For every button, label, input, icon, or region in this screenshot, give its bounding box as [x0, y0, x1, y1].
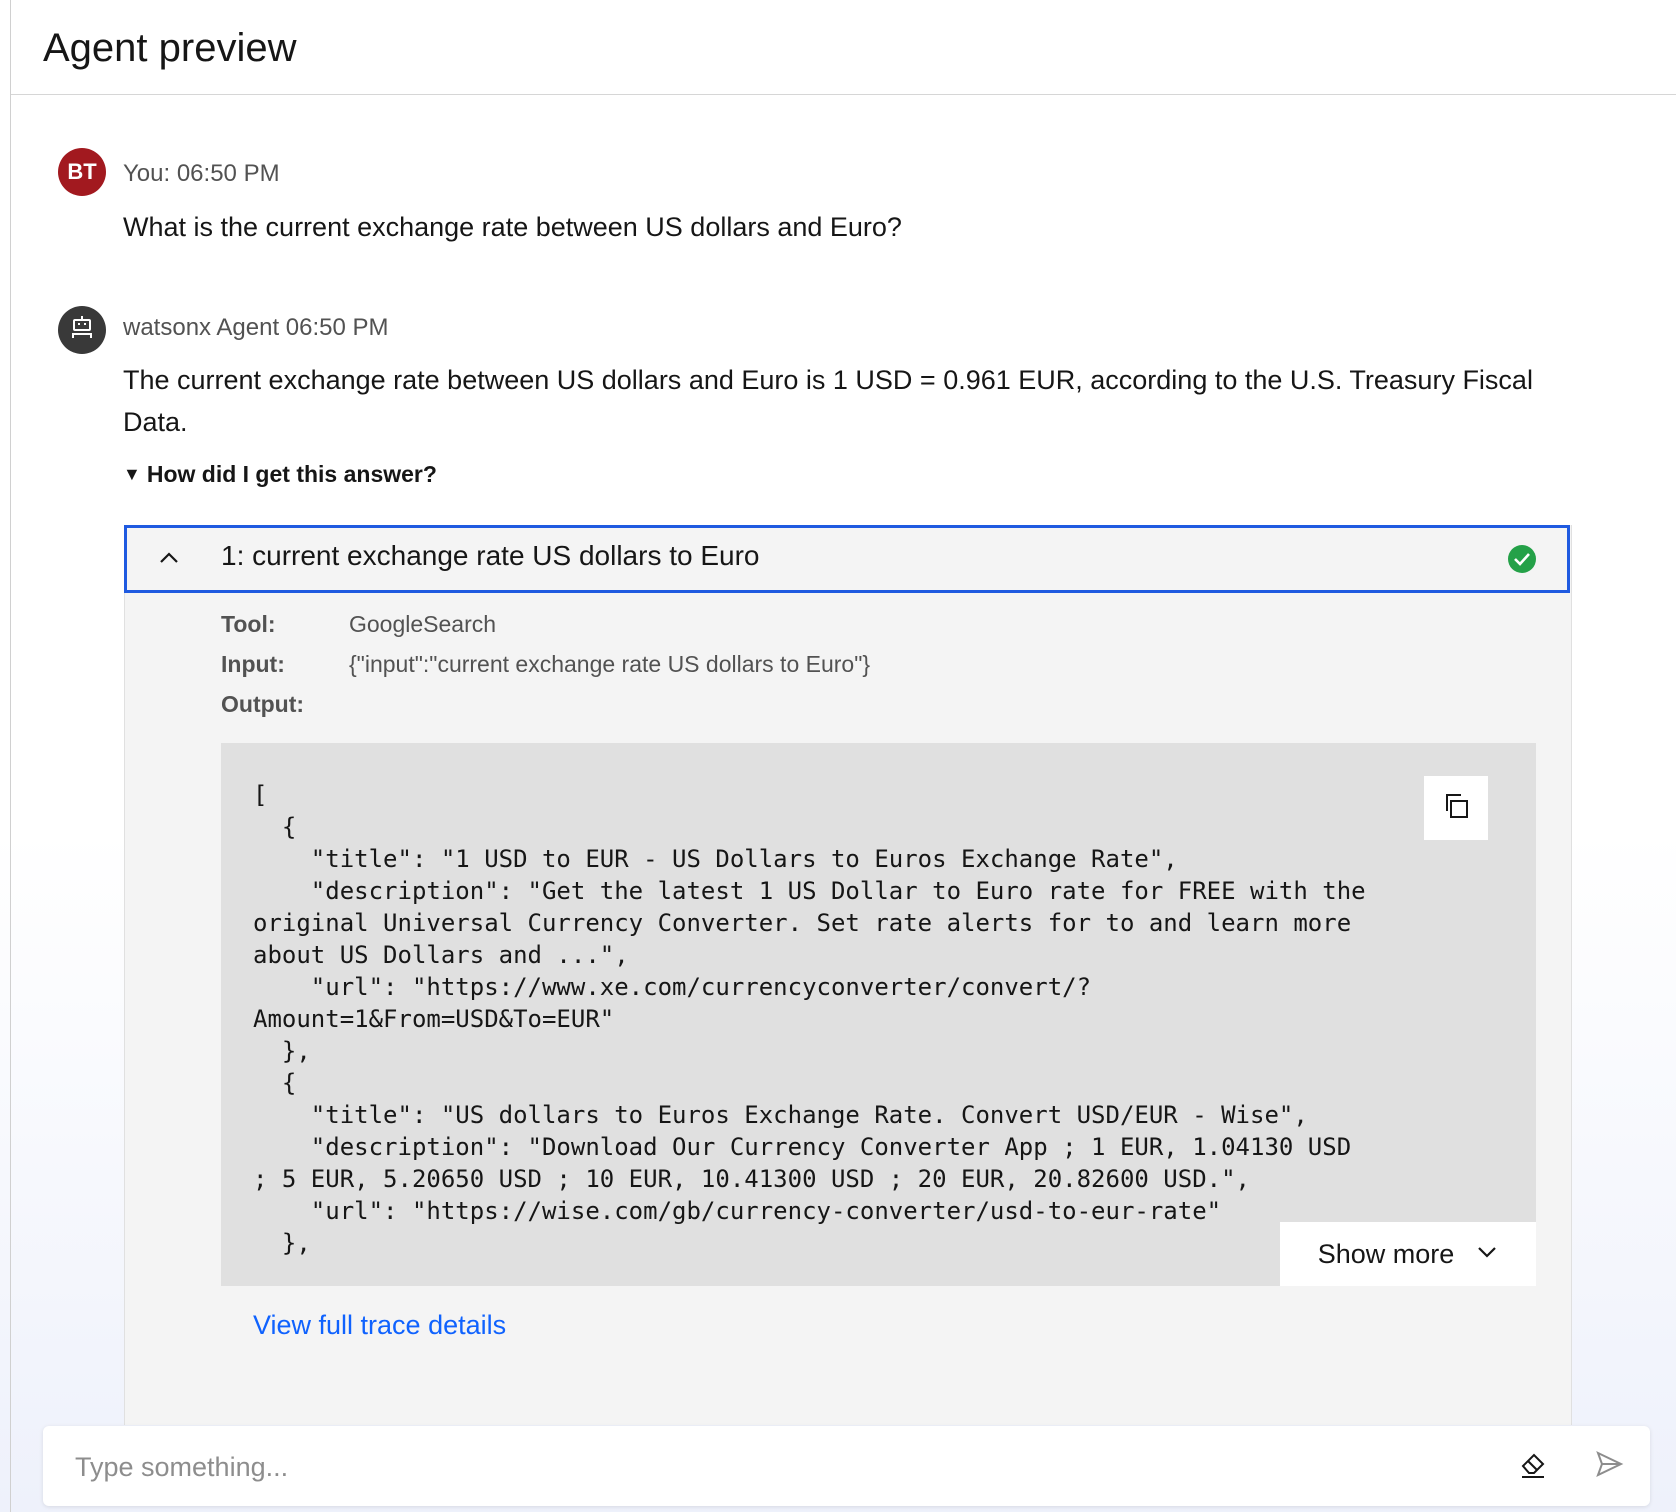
chat-input[interactable]	[73, 1440, 1457, 1494]
output-code: [ { "title": "1 USD to EUR - US Dollars …	[253, 781, 1366, 1257]
send-button[interactable]	[1591, 1448, 1627, 1484]
input-value: {"input":"current exchange rate US dolla…	[349, 651, 871, 677]
copy-button[interactable]	[1424, 776, 1488, 840]
reasoning-toggle[interactable]: ▼ How did I get this answer?	[123, 461, 437, 488]
step-accordion-header[interactable]: 1: current exchange rate US dollars to E…	[124, 525, 1570, 593]
agent-message-text-line2: Data.	[123, 407, 188, 437]
left-divider	[10, 0, 11, 1512]
output-label: Output:	[221, 691, 305, 717]
eraser-icon	[1517, 1448, 1549, 1485]
chat-input-bar	[43, 1426, 1650, 1506]
user-message-meta: You: 06:50 PM	[123, 160, 280, 187]
show-more-button[interactable]: Show more	[1280, 1222, 1536, 1286]
tool-label: Tool:	[221, 611, 276, 637]
input-label: Input:	[221, 651, 285, 677]
view-trace-link[interactable]: View full trace details	[253, 1310, 506, 1341]
checkmark-filled-icon	[1507, 544, 1537, 579]
copy-icon	[1441, 791, 1471, 826]
clear-button[interactable]	[1515, 1448, 1551, 1484]
output-code-block: [ { "title": "1 USD to EUR - US Dollars …	[221, 743, 1536, 1286]
show-more-label: Show more	[1317, 1238, 1455, 1269]
agent-message-text-line1: The current exchange rate between US dol…	[123, 365, 1533, 395]
robot-icon	[69, 314, 95, 346]
page-title: Agent preview	[43, 26, 297, 70]
reasoning-toggle-label: How did I get this answer?	[146, 461, 437, 487]
user-avatar: BT	[58, 148, 106, 196]
agent-avatar	[58, 306, 106, 354]
chevron-up-icon	[157, 546, 181, 575]
panel-header: Agent preview	[11, 0, 1676, 95]
user-message-text: What is the current exchange rate betwee…	[123, 212, 902, 242]
chevron-down-icon	[1476, 1239, 1498, 1270]
caret-down-icon: ▼	[123, 464, 141, 484]
agent-message-meta: watsonx Agent 06:50 PM	[123, 314, 389, 341]
agent-preview-panel: Agent preview BT You: 06:50 PM What is t…	[0, 0, 1676, 1512]
step-title: 1: current exchange rate US dollars to E…	[221, 540, 760, 571]
tool-value: GoogleSearch	[349, 611, 497, 637]
send-icon	[1594, 1449, 1624, 1484]
